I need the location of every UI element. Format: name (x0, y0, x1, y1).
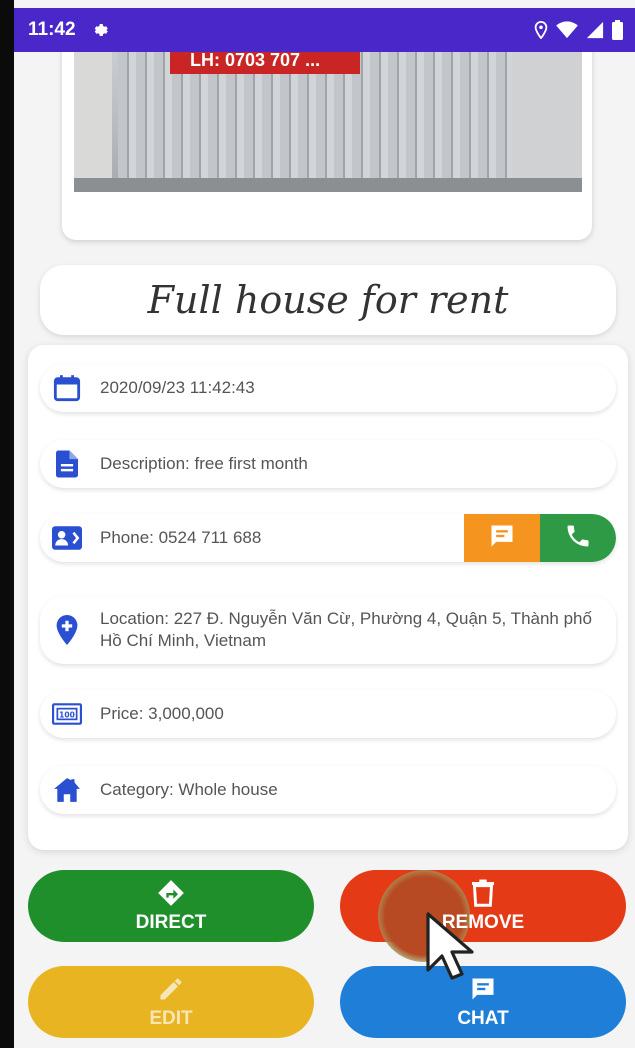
location-text: Location: 227 Đ. Nguyễn Văn Cừ, Phường 4… (100, 609, 592, 650)
mouse-cursor-icon (426, 912, 474, 987)
battery-icon (612, 20, 623, 40)
remove-button[interactable]: REMOVE (340, 870, 626, 962)
message-button[interactable] (464, 514, 540, 562)
description-row: Description: free first month (40, 440, 616, 488)
status-icons (534, 20, 623, 40)
photo-sign: LH: 0703 707 ... (170, 52, 360, 74)
contact-buttons (464, 514, 616, 562)
message-icon (488, 522, 516, 555)
status-time: 11:42 (28, 19, 76, 40)
photo-wall-right (512, 52, 582, 192)
svg-text:100: 100 (59, 711, 75, 720)
directions-icon (157, 878, 185, 908)
photo-wall-left (74, 52, 112, 192)
category-text: Category: Whole house (100, 780, 278, 799)
date-row: 2020/09/23 11:42:43 (40, 364, 616, 412)
phone-row: Phone: 0524 711 688 (40, 514, 616, 562)
house-icon (52, 775, 82, 805)
listing-photo[interactable]: LH: 0703 707 ... (74, 52, 582, 192)
edit-label: EDIT (149, 1008, 193, 1029)
document-icon (52, 449, 82, 479)
location-pin-icon (534, 21, 548, 39)
chat-label: CHAT (457, 1008, 509, 1029)
description-text: Description: free first month (100, 454, 308, 473)
cell-signal-icon (586, 21, 604, 39)
money-icon: 100 (52, 699, 82, 729)
pencil-icon (157, 974, 185, 1004)
listing-title: Full house for rent (147, 278, 509, 322)
edit-button[interactable]: EDIT (28, 966, 314, 1038)
settings-gear-icon (92, 21, 110, 39)
category-row: Category: Whole house (40, 766, 616, 814)
location-row: Location: 227 Đ. Nguyễn Văn Cừ, Phường 4… (40, 596, 616, 664)
price-text: Price: 3,000,000 (100, 704, 224, 723)
status-bar: 11:42 (14, 8, 635, 52)
date-text: 2020/09/23 11:42:43 (100, 378, 255, 397)
direct-button[interactable]: DIRECT (28, 870, 314, 942)
trash-icon (472, 878, 494, 908)
call-button[interactable] (540, 514, 616, 562)
direct-label: DIRECT (135, 912, 207, 933)
phone-text: Phone: 0524 711 688 (100, 528, 262, 547)
price-row: 100 Price: 3,000,000 (40, 690, 616, 738)
phone-icon (564, 522, 592, 555)
photo-ground (74, 178, 582, 192)
screen: LH: 0703 707 ... 11:42 Full house for re… (14, 0, 635, 1048)
title-card: Full house for rent (40, 265, 616, 335)
chat-button[interactable]: CHAT (340, 966, 626, 1038)
location-plus-icon (52, 615, 82, 645)
contact-card-icon (52, 523, 82, 553)
wifi-icon (556, 21, 578, 39)
calendar-icon (52, 373, 82, 403)
